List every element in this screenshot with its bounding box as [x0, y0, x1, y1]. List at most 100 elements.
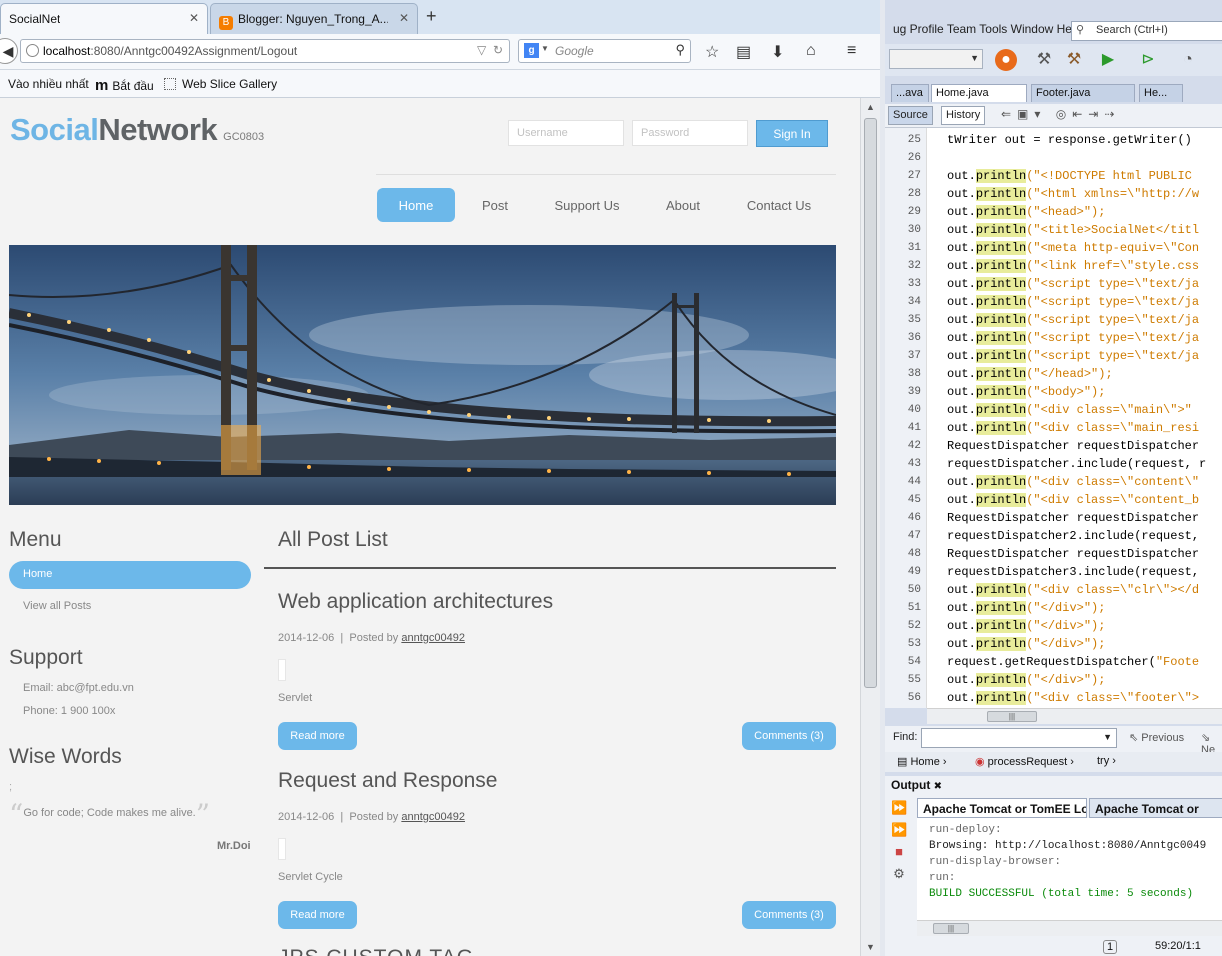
line-number: 45 [907, 494, 921, 506]
line-number: 34 [907, 296, 921, 308]
site-logo[interactable]: SocialNetwork GC0803 [10, 112, 264, 148]
scroll-down-icon[interactable]: ▼ [866, 942, 875, 952]
code-token: request.getRequestDispatcher( [947, 655, 1156, 669]
code-keyword-highlight: println [975, 385, 1027, 399]
download-icon[interactable]: ⬇ [771, 42, 784, 62]
post-title[interactable]: Request and Response [278, 769, 498, 793]
username-field[interactable]: Username [508, 120, 624, 146]
source-tab[interactable]: Source [888, 106, 933, 125]
post-author-link[interactable]: anntgc00492 [401, 632, 465, 644]
line-number: 46 [907, 512, 921, 524]
search-input[interactable]: g ▼ Google ⚲ [518, 39, 691, 63]
stop-icon[interactable]: ■ [891, 844, 907, 860]
line-number: 38 [907, 368, 921, 380]
editor-tools-icon[interactable]: ⇐▣▾ ◎⇤⇥⇢ [1001, 107, 1120, 121]
url-bar[interactable]: localhost:8080/Anntgc00492Assignment/Log… [20, 39, 510, 63]
nav-support-us[interactable]: Support Us [546, 188, 628, 222]
chevron-down-icon[interactable]: ▼ [541, 44, 549, 53]
scrollbar-thumb[interactable] [864, 118, 877, 688]
clean-build-icon[interactable]: ⚒ [1063, 49, 1085, 71]
read-more-button[interactable]: Read more [278, 722, 357, 750]
breadcrumb-try[interactable]: try › [1097, 755, 1116, 767]
scroll-up-icon[interactable]: ▲ [866, 102, 875, 112]
tab-footer-java[interactable]: Footer.java [1031, 84, 1135, 102]
menu-icon[interactable]: ≡ [847, 42, 856, 60]
rerun-icon[interactable]: ⏩ [891, 800, 907, 816]
search-icon[interactable]: ⚲ [675, 42, 685, 58]
find-input[interactable]: ▼ [921, 728, 1117, 748]
sidebar-item-home[interactable]: Home [9, 561, 251, 589]
close-tab-icon[interactable]: ✕ [189, 11, 199, 25]
scrollbar-thumb[interactable]: ||| [933, 923, 969, 934]
output-log: run-deploy: Browsing: http://localhost:80… [917, 818, 1222, 930]
nav-post[interactable]: Post [470, 188, 520, 222]
blogger-icon: B [219, 16, 233, 30]
firefox-icon[interactable]: ● [995, 49, 1017, 71]
code-keyword-highlight: println [975, 277, 1027, 291]
nav-contact-us[interactable]: Contact Us [740, 188, 818, 222]
nav-home[interactable]: Home [377, 188, 455, 222]
code-editor[interactable]: 25 tWriter out = response.getWriter() 26 27… [885, 128, 1222, 708]
ide-search-input[interactable]: ⚲ Search (Ctrl+I) [1071, 21, 1222, 41]
home-icon[interactable]: ⌂ [806, 42, 816, 60]
bookmark-star-icon[interactable]: ☆ [705, 42, 719, 62]
close-icon[interactable]: ✖ [934, 781, 942, 792]
browser-window: SocialNet ✕ B Blogger: Nguyen_Trong_A... … [0, 0, 880, 956]
tab-ava[interactable]: ...ava [891, 84, 929, 102]
run-icon[interactable]: ▶ [1097, 49, 1119, 71]
editor-hscrollbar[interactable]: ||| [927, 708, 1222, 724]
password-field[interactable]: Password [632, 120, 748, 146]
find-previous-button[interactable]: ⇖ Previous [1129, 731, 1184, 744]
bookmark-web-slice[interactable]: Web Slice Gallery [164, 77, 277, 91]
build-hammer-icon[interactable]: ⚒ [1033, 49, 1055, 71]
code-string: ("<head>"); [1026, 205, 1106, 219]
back-button[interactable]: ◀ [0, 38, 18, 64]
post-author-link[interactable]: anntgc00492 [401, 811, 465, 823]
comments-button[interactable]: Comments (3) [742, 722, 836, 750]
debug-icon[interactable]: ⊳ [1137, 49, 1159, 71]
settings-icon[interactable]: ⚙ [891, 866, 907, 882]
config-combo[interactable]: ▼ [889, 49, 983, 69]
breadcrumb-process-request[interactable]: ◉ processRequest › [975, 755, 1074, 768]
output-hscrollbar[interactable]: ||| [917, 920, 1222, 936]
code-text: out.println("<meta http-equiv=\"Con [947, 239, 1199, 257]
notification-count[interactable]: 1 [1103, 940, 1118, 954]
close-quote-icon: ” [195, 798, 211, 831]
tab-tomcat[interactable]: Apache Tomcat or [1089, 798, 1222, 818]
sidebar-item-view-all-posts[interactable]: View all Posts [23, 600, 91, 612]
output-line: Browsing: http://localhost:8080/Anntgc00… [929, 840, 1207, 852]
breadcrumb-home[interactable]: ▤ Home › [897, 755, 947, 768]
tab-tomcat-log[interactable]: Apache Tomcat or TomEE Log ✖ [917, 798, 1087, 818]
code-string: ("</div>"); [1026, 637, 1106, 651]
code-token: out. [947, 277, 976, 291]
read-more-button[interactable]: Read more [278, 901, 357, 929]
posted-by-label: Posted by [349, 811, 399, 823]
rerun-different-icon[interactable]: ⏩ [891, 822, 907, 838]
reload-icon[interactable]: ▽ ↻ [477, 43, 503, 57]
profile-icon[interactable]: ◔ [1177, 49, 1199, 71]
tab-socialnet[interactable]: SocialNet ✕ [0, 3, 208, 34]
code-text: out.println("<head>"); [947, 203, 1105, 221]
post-title-partial[interactable]: JPS CUSTOM TAG [278, 946, 474, 956]
reading-list-icon[interactable]: ▤ [736, 42, 751, 62]
tab-he[interactable]: He... [1139, 84, 1183, 102]
bookmark-label: Web Slice Gallery [182, 77, 278, 91]
scrollbar-thumb[interactable]: ||| [987, 711, 1037, 722]
sign-in-button[interactable]: Sign In [756, 120, 828, 147]
chevron-down-icon[interactable]: ▼ [1103, 732, 1112, 742]
code-string: ("<div class=\"main_resi [1026, 421, 1200, 435]
tab-home-java[interactable]: Home.java [931, 84, 1027, 102]
code-keyword-highlight: println [975, 241, 1027, 255]
bookmark-getting-started[interactable]: m Bắt đầu [95, 77, 154, 94]
tab-blogger[interactable]: B Blogger: Nguyen_Trong_A... ✕ [210, 3, 418, 34]
page-scrollbar[interactable]: ▲ ▼ [860, 98, 880, 956]
logo-network: Network [98, 112, 218, 147]
close-tab-icon[interactable]: ✕ [399, 11, 409, 25]
nav-about[interactable]: About [658, 188, 708, 222]
post-title[interactable]: Web application architectures [278, 590, 553, 614]
comments-button[interactable]: Comments (3) [742, 901, 836, 929]
history-tab[interactable]: History [941, 106, 986, 125]
bookmark-most-visited[interactable]: Vào nhiều nhất [8, 77, 89, 91]
output-title: Output [891, 778, 931, 792]
new-tab-button[interactable]: + [426, 6, 437, 27]
